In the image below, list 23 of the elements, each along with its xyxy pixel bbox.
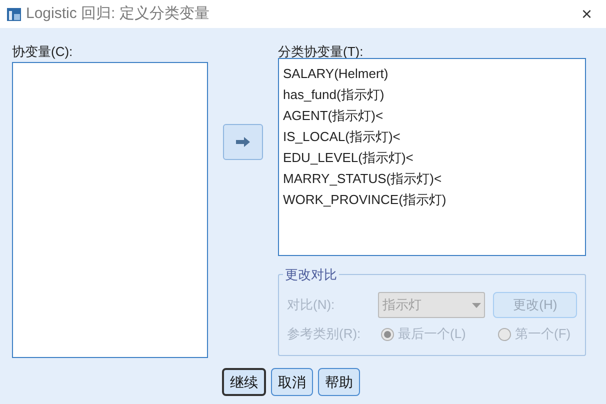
list-item[interactable]: EDU_LEVEL(指示灯)< <box>283 147 581 168</box>
right-arrow-icon <box>235 136 251 148</box>
reference-label: 参考类别(R): <box>287 325 362 344</box>
app-icon <box>6 6 22 22</box>
radio-label: 第一个(F) <box>515 325 571 344</box>
categorical-list[interactable]: SALARY(Helmert) has_fund(指示灯) AGENT(指示灯)< IS_LOCAL(指示灯)< EDU_LEVEL(指示灯)< MARRY_STATUS(指示灯)< WORK_PROVINCE(指示灯) <box>278 58 586 256</box>
dialog-button[interactable]: 帮助 <box>318 368 360 396</box>
dropdown-arrow-icon <box>472 302 482 308</box>
close-button[interactable]: × <box>573 5 600 23</box>
list-item[interactable]: WORK_PROVINCE(指示灯) <box>283 189 581 210</box>
categorical-label: 分类协变量(T): <box>278 43 364 58</box>
covariates-label: 协变量(C): <box>12 43 74 61</box>
window-title: Logistic 回归: 定义分类变量 <box>26 4 210 24</box>
list-item[interactable]: SALARY(Helmert) <box>283 63 581 84</box>
move-button[interactable] <box>223 124 263 160</box>
dialog-button[interactable]: 继续 <box>222 368 266 396</box>
dialog-button[interactable]: 取消 <box>271 368 313 396</box>
radio-label: 最后一个(L) <box>398 325 466 344</box>
list-item[interactable]: IS_LOCAL(指示灯)< <box>283 126 581 147</box>
contrast-label: 对比(N): <box>287 296 336 314</box>
list-item[interactable]: has_fund(指示灯) <box>283 84 581 105</box>
list-item[interactable]: AGENT(指示灯)< <box>283 105 581 126</box>
list-item[interactable]: MARRY_STATUS(指示灯)< <box>283 168 581 189</box>
